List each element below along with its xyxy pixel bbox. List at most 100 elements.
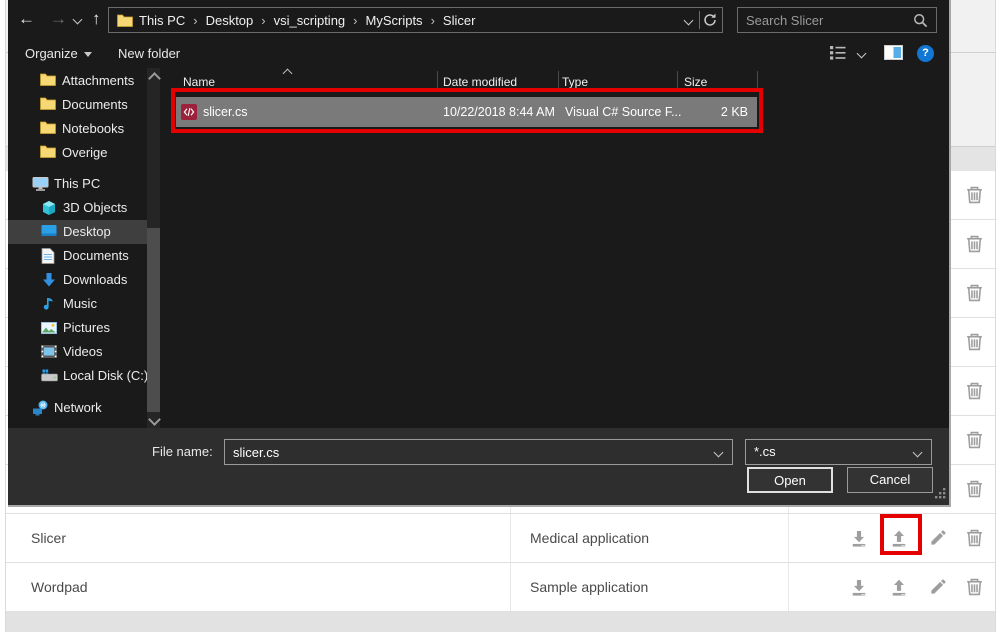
file-open-dialog: ← → ↑ This PC › Desktop › vsi_scripting …	[8, 0, 951, 507]
folder-icon	[40, 73, 56, 89]
sidebar-item-this-pc[interactable]: This PC	[8, 172, 158, 196]
new-folder-button[interactable]: New folder	[118, 46, 180, 61]
delete-icon[interactable]	[966, 234, 986, 254]
scroll-up-icon[interactable]	[148, 72, 161, 85]
delete-icon[interactable]	[966, 332, 986, 352]
column-divider[interactable]	[558, 71, 559, 90]
upload-icon[interactable]	[889, 528, 909, 548]
recent-locations-icon[interactable]	[73, 15, 83, 25]
divider	[699, 11, 700, 29]
breadcrumb-slicer[interactable]: Slicer	[443, 13, 476, 28]
sidebar-item-documents-qa[interactable]: Documents	[8, 93, 158, 117]
delete-icon[interactable]	[966, 283, 986, 303]
cancel-button[interactable]: Cancel	[847, 467, 933, 493]
column-divider	[510, 514, 511, 562]
search-box[interactable]	[737, 7, 937, 33]
sidebar-scrollbar[interactable]	[147, 68, 160, 430]
breadcrumb-separator: ›	[353, 13, 357, 28]
upload-icon[interactable]	[889, 577, 909, 597]
view-details-icon[interactable]	[830, 46, 846, 63]
delete-icon[interactable]	[966, 381, 986, 401]
file-name: slicer.cs	[203, 97, 247, 127]
breadcrumb-separator: ›	[261, 13, 265, 28]
folder-icon	[117, 14, 133, 30]
address-bar[interactable]: This PC › Desktop › vsi_scripting › MySc…	[108, 7, 723, 33]
column-divider	[510, 563, 511, 611]
download-icon[interactable]	[849, 528, 869, 548]
column-header-type[interactable]: Type	[562, 75, 588, 89]
view-options-chevron-icon[interactable]	[857, 49, 867, 59]
sidebar-item-attachments[interactable]: Attachments	[8, 69, 158, 93]
breadcrumb-desktop[interactable]: Desktop	[206, 13, 254, 28]
scroll-down-icon[interactable]	[148, 413, 161, 426]
address-dropdown-icon[interactable]	[684, 16, 694, 26]
file-row-slicer-cs[interactable]: slicer.cs 10/22/2018 8:44 AM Visual C# S…	[176, 97, 757, 127]
breadcrumb-this-pc[interactable]: This PC	[139, 13, 185, 28]
column-divider[interactable]	[757, 71, 758, 90]
sidebar-item-documents[interactable]: Documents	[8, 244, 158, 268]
column-header-name[interactable]: Name	[183, 75, 215, 89]
sidebar-item-3d-objects[interactable]: 3D Objects	[8, 196, 158, 220]
open-button[interactable]: Open	[747, 467, 833, 493]
disk-drive-icon	[41, 369, 57, 385]
file-name-input[interactable]	[225, 440, 732, 464]
sidebar-item-notebooks[interactable]: Notebooks	[8, 117, 158, 141]
scrollbar-thumb[interactable]	[147, 228, 160, 412]
file-type-dropdown[interactable]: *.cs	[745, 439, 932, 465]
edit-icon[interactable]	[929, 528, 949, 548]
download-arrow-icon	[41, 272, 57, 288]
sidebar-item-network[interactable]: Network	[8, 396, 158, 420]
resize-grip[interactable]	[934, 487, 946, 502]
breadcrumb-separator: ›	[431, 13, 435, 28]
film-icon	[41, 345, 57, 361]
delete-icon[interactable]	[966, 185, 986, 205]
breadcrumb-myscripts[interactable]: MyScripts	[366, 13, 423, 28]
file-name-combobox[interactable]	[224, 439, 733, 465]
computer-icon	[32, 176, 48, 192]
table-footer	[6, 612, 995, 632]
sidebar-item-music[interactable]: Music	[8, 292, 158, 316]
delete-icon[interactable]	[966, 430, 986, 450]
file-type: Visual C# Source F...	[565, 97, 682, 127]
column-header-size[interactable]: Size	[684, 75, 707, 89]
preview-pane-icon[interactable]	[884, 45, 903, 63]
script-name: Wordpad	[31, 563, 88, 611]
chevron-down-icon[interactable]	[913, 448, 923, 458]
file-type-value: *.cs	[754, 440, 776, 464]
sort-ascending-icon	[283, 69, 293, 79]
delete-icon[interactable]	[966, 577, 986, 597]
sidebar-item-downloads[interactable]: Downloads	[8, 268, 158, 292]
download-icon[interactable]	[849, 577, 869, 597]
sidebar-item-overige[interactable]: Overige	[8, 141, 158, 165]
help-icon[interactable]: ?	[917, 45, 934, 62]
document-icon	[41, 248, 57, 264]
edit-icon[interactable]	[929, 577, 949, 597]
refresh-icon[interactable]	[702, 12, 718, 31]
sidebar-item-videos[interactable]: Videos	[8, 340, 158, 364]
organize-menu[interactable]: Organize	[25, 46, 92, 61]
up-icon[interactable]: ↑	[92, 9, 101, 29]
search-icon[interactable]	[913, 13, 928, 31]
column-header-date-modified[interactable]: Date modified	[443, 75, 517, 89]
file-date-modified: 10/22/2018 8:44 AM	[443, 97, 555, 127]
sidebar-item-desktop[interactable]: Desktop	[8, 220, 158, 244]
delete-icon[interactable]	[966, 528, 986, 548]
dialog-nav-bar: ← → ↑ This PC › Desktop › vsi_scripting …	[8, 0, 949, 40]
sidebar-item-local-disk-c[interactable]: Local Disk (C:)	[8, 364, 158, 388]
chevron-down-icon	[84, 52, 92, 57]
sidebar-item-pictures[interactable]: Pictures	[8, 316, 158, 340]
csharp-file-icon	[181, 104, 197, 123]
breadcrumb-vsi-scripting[interactable]: vsi_scripting	[274, 13, 346, 28]
delete-icon[interactable]	[966, 479, 986, 499]
back-icon[interactable]: ←	[18, 9, 35, 29]
column-divider	[788, 563, 789, 611]
column-divider[interactable]	[677, 71, 678, 90]
search-input[interactable]	[738, 8, 936, 32]
network-icon	[32, 400, 48, 416]
cube-icon	[41, 200, 57, 216]
folder-icon	[40, 145, 56, 161]
table-row-wordpad: Wordpad Sample application	[6, 563, 995, 612]
breadcrumb-separator: ›	[193, 13, 197, 28]
column-divider[interactable]	[437, 71, 438, 90]
forward-icon[interactable]: →	[50, 9, 67, 29]
